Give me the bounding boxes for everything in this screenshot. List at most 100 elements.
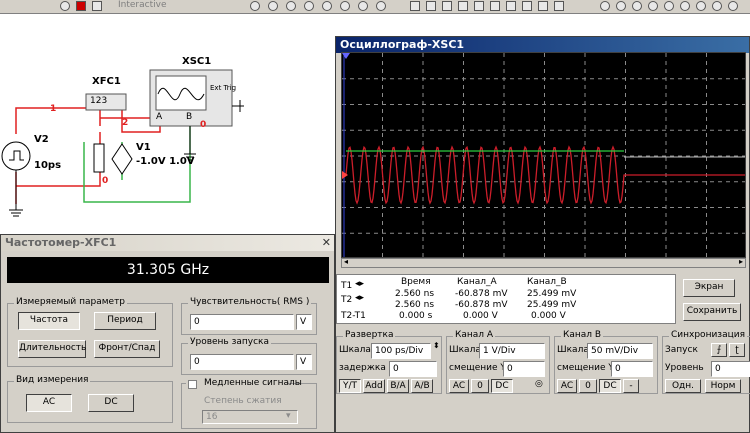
b-a-button[interactable]: B/A bbox=[387, 379, 409, 393]
ac-button[interactable]: AC bbox=[26, 394, 72, 412]
oscilloscope-screen[interactable] bbox=[341, 52, 746, 258]
tool-icon[interactable] bbox=[458, 1, 468, 11]
t1-arrows-icon[interactable]: ◂▸ bbox=[355, 279, 364, 289]
trigger-level-input[interactable]: 0 bbox=[711, 361, 750, 377]
tool-icon[interactable] bbox=[632, 1, 642, 11]
slow-signals-checkbox[interactable] bbox=[188, 380, 197, 389]
screen-button[interactable]: Экран bbox=[683, 279, 735, 297]
channel-a-zero-button[interactable]: 0 bbox=[471, 379, 489, 393]
trigger-level-label: Уровень запуска bbox=[188, 337, 272, 347]
tool-icon[interactable] bbox=[376, 1, 386, 11]
tool-icon[interactable] bbox=[250, 1, 260, 11]
close-icon[interactable]: ✕ bbox=[322, 235, 331, 251]
tool-icon[interactable] bbox=[538, 1, 548, 11]
tool-icon[interactable] bbox=[474, 1, 484, 11]
trigger-level-input[interactable]: 0 bbox=[190, 354, 294, 370]
save-button[interactable]: Сохранить bbox=[683, 303, 741, 321]
oscilloscope-title[interactable]: Осциллограф-XSC1 bbox=[336, 37, 749, 53]
v1-label: V1 bbox=[136, 142, 151, 153]
tool-icon[interactable] bbox=[648, 1, 658, 11]
coupling-group: Вид измерения AC DC bbox=[7, 375, 173, 423]
rise-fall-button[interactable]: Фронт/Спад bbox=[94, 340, 160, 358]
t2-time: 2.560 ns bbox=[395, 300, 435, 310]
channel-b-scale-input[interactable]: 50 mV/Div bbox=[587, 343, 653, 359]
falling-edge-icon[interactable]: ʈ bbox=[729, 343, 745, 357]
tool-icon[interactable] bbox=[426, 1, 436, 11]
v2-value: 10ps bbox=[34, 160, 62, 171]
spinner-icon[interactable]: ⬍ bbox=[433, 341, 440, 350]
tool-icon[interactable] bbox=[600, 1, 610, 11]
tool-icon[interactable] bbox=[358, 1, 368, 11]
tool-icon[interactable] bbox=[490, 1, 500, 11]
normal-trigger-button[interactable]: Норм bbox=[705, 379, 741, 393]
tool-icon[interactable] bbox=[712, 1, 722, 11]
freq-counter-title[interactable]: Частотомер-XFC1 ✕ bbox=[1, 235, 334, 251]
trigger-group: Синхронизация Запуск ⨍ ʈ Уровень 0 Одн. … bbox=[662, 330, 750, 394]
x-offset-input[interactable]: 0 bbox=[389, 361, 437, 377]
yt-button[interactable]: Y/T bbox=[339, 379, 361, 393]
tool-icon[interactable] bbox=[340, 1, 350, 11]
add-button[interactable]: Add bbox=[363, 379, 385, 393]
channel-b-dc-button[interactable]: DC bbox=[599, 379, 621, 393]
channel-b-yoffset-label: смещение Y bbox=[557, 363, 614, 373]
scroll-right-icon[interactable]: ▸ bbox=[739, 257, 743, 266]
channel-a-label: Канал А bbox=[453, 330, 496, 340]
stop-icon[interactable] bbox=[76, 1, 86, 11]
frequency-button[interactable]: Частота bbox=[18, 312, 80, 330]
tool-icon[interactable] bbox=[696, 1, 706, 11]
tool-icon[interactable] bbox=[286, 1, 296, 11]
period-button[interactable]: Период bbox=[94, 312, 156, 330]
a-b-button[interactable]: A/B bbox=[411, 379, 433, 393]
tool-icon[interactable] bbox=[410, 1, 420, 11]
tool-icon[interactable] bbox=[522, 1, 532, 11]
tool-icon[interactable] bbox=[268, 1, 278, 11]
v1-source-icon[interactable] bbox=[111, 143, 133, 175]
channel-b-zero-button[interactable]: 0 bbox=[579, 379, 597, 393]
t2-arrows-icon[interactable]: ◂▸ bbox=[355, 293, 364, 303]
tool-icon[interactable] bbox=[728, 1, 738, 11]
v2-source-icon[interactable] bbox=[1, 141, 31, 171]
channel-a-ac-button[interactable]: AC bbox=[449, 379, 469, 393]
channel-b-ac-button[interactable]: AC bbox=[557, 379, 577, 393]
port-a-label: A bbox=[156, 112, 163, 122]
slow-signals-group: Медленные сигналы Степень сжатия 16 ▾ bbox=[181, 378, 317, 429]
sensitivity-input[interactable]: 0 bbox=[190, 314, 294, 330]
channel-a-dc-button[interactable]: DC bbox=[491, 379, 513, 393]
sensitivity-unit[interactable]: V bbox=[296, 314, 312, 330]
node1-label: 1 bbox=[50, 104, 57, 114]
tool-icon[interactable] bbox=[664, 1, 674, 11]
pause-icon[interactable] bbox=[92, 1, 102, 11]
run-icon[interactable] bbox=[60, 1, 70, 11]
tool-icon[interactable] bbox=[616, 1, 626, 11]
channel-a-scale-input[interactable]: 1 V/Div bbox=[479, 343, 545, 359]
single-trigger-button[interactable]: Одн. bbox=[665, 379, 701, 393]
trigger-level-unit[interactable]: V bbox=[296, 354, 312, 370]
v1-resistor-icon[interactable] bbox=[93, 143, 105, 173]
tool-icon[interactable] bbox=[554, 1, 564, 11]
channel-a-settings-icon[interactable]: ◎ bbox=[535, 379, 543, 389]
tool-icon[interactable] bbox=[442, 1, 452, 11]
channel-b-yoffset-input[interactable]: 0 bbox=[611, 361, 653, 377]
tool-icon[interactable] bbox=[680, 1, 690, 11]
dc-button[interactable]: DC bbox=[88, 394, 134, 412]
tool-icon[interactable] bbox=[506, 1, 516, 11]
tool-icon[interactable] bbox=[304, 1, 314, 11]
screen-scrollbar[interactable]: ◂ ▸ bbox=[341, 257, 746, 268]
duration-button[interactable]: Длительность bbox=[18, 340, 86, 358]
channel-a-trace bbox=[345, 145, 745, 205]
t2-label: T2 bbox=[341, 295, 353, 305]
scroll-left-icon[interactable]: ◂ bbox=[344, 257, 348, 266]
channel-a-yoffset-input[interactable]: 0 bbox=[503, 361, 545, 377]
schematic-canvas[interactable]: V2 10ps V1 -1.0V 1.0V XFC1 123 XSC1 Ext … bbox=[0, 14, 335, 234]
frequency-display: 31.305 GHz bbox=[7, 257, 329, 283]
channel-a-yoffset-label: смещение Y bbox=[449, 363, 506, 373]
node2-label: 2 bbox=[122, 118, 129, 128]
t2t1-time: 0.000 s bbox=[399, 311, 433, 321]
trigger-label: Синхронизация bbox=[669, 330, 747, 340]
v1-values: -1.0V 1.0V bbox=[136, 156, 195, 167]
xsc1-screen-icon bbox=[155, 75, 207, 111]
timebase-scale-input[interactable]: 100 ps/Div bbox=[371, 343, 431, 359]
tool-icon[interactable] bbox=[322, 1, 332, 11]
rising-edge-icon[interactable]: ⨍ bbox=[711, 343, 727, 357]
channel-b-minus-button[interactable]: - bbox=[623, 379, 639, 393]
